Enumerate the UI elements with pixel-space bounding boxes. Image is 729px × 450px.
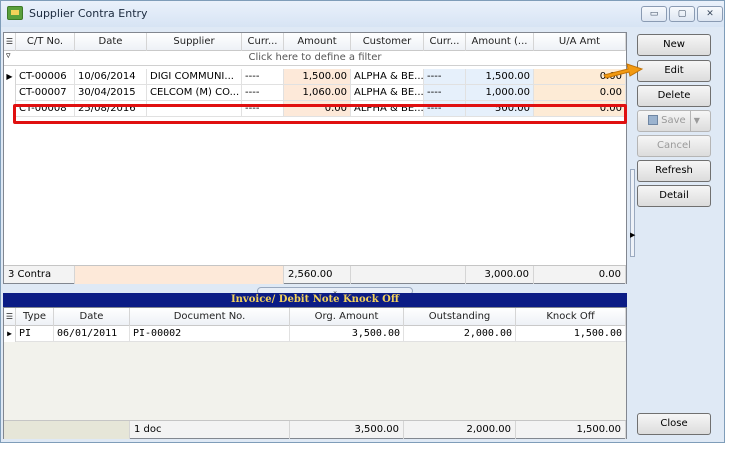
col-date[interactable]: Date — [54, 308, 130, 326]
row-indicator-icon: ▶ — [4, 69, 16, 85]
cell-knock-off[interactable]: 1,500.00 — [516, 326, 626, 342]
cell-amount[interactable]: 1,500.00 — [284, 69, 351, 85]
cell-currency-2[interactable]: ---- — [424, 85, 466, 101]
minimize-button[interactable]: ▭ — [641, 6, 667, 22]
knock-off-grid-footer: 1 doc 3,500.00 2,000.00 1,500.00 — [4, 420, 626, 439]
table-row[interactable]: CT-00008 25/08/2016 ---- 0.00 ALPHA & BE… — [4, 101, 626, 117]
cell-outstanding[interactable]: 2,000.00 — [404, 326, 516, 342]
title-bar: Supplier Contra Entry ▭ ▢ ✕ — [1, 1, 724, 27]
cell-customer[interactable]: ALPHA & BE... — [351, 69, 424, 85]
cell-customer[interactable]: ALPHA & BE... — [351, 101, 424, 117]
knock-off-grid: ☰ Type Date Document No. Org. Amount Out… — [3, 307, 627, 439]
contra-grid-header: ☰ C/T No. Date Supplier Curr... Amount C… — [4, 33, 626, 51]
table-row[interactable]: ▶ CT-00006 10/06/2014 DIGI COMMUNI... --… — [4, 69, 626, 85]
cell-amount-2[interactable]: 1,500.00 — [466, 69, 534, 85]
app-icon — [7, 6, 23, 20]
col-customer[interactable]: Customer — [351, 33, 424, 51]
col-outstanding[interactable]: Outstanding — [404, 308, 516, 326]
cell-amount[interactable]: 1,060.00 — [284, 85, 351, 101]
contra-grid: ☰ C/T No. Date Supplier Curr... Amount C… — [3, 32, 627, 284]
col-document-no[interactable]: Document No. — [130, 308, 290, 326]
chevron-down-icon[interactable]: ▼ — [689, 111, 700, 131]
cell-document-no[interactable]: PI-00002 — [130, 326, 290, 342]
save-icon — [648, 115, 659, 125]
footer-spacer — [75, 266, 284, 284]
cell-org-amount[interactable]: 3,500.00 — [290, 326, 404, 342]
knock-off-empty-area — [4, 342, 626, 420]
cell-supplier[interactable]: CELCOM (M) CO... — [147, 85, 242, 101]
column-chooser-icon[interactable]: ☰ — [4, 308, 16, 326]
cell-currency-2[interactable]: ---- — [424, 69, 466, 85]
cell-ct-no[interactable]: CT-00007 — [16, 85, 75, 101]
col-ct-no[interactable]: C/T No. — [16, 33, 75, 51]
footer-ua-total: 0.00 — [534, 266, 626, 284]
cell-supplier[interactable] — [147, 101, 242, 117]
col-type[interactable]: Type — [16, 308, 54, 326]
cell-currency[interactable]: ---- — [242, 85, 284, 101]
knock-off-grid-header: ☰ Type Date Document No. Org. Amount Out… — [4, 308, 626, 326]
cell-ua-amt[interactable]: 0.00 — [534, 85, 626, 101]
col-date[interactable]: Date — [75, 33, 147, 51]
table-row[interactable]: ▶ PI 06/01/2011 PI-00002 3,500.00 2,000.… — [4, 326, 626, 342]
cell-currency-2[interactable]: ---- — [424, 101, 466, 117]
cell-date[interactable]: 30/04/2015 — [75, 85, 147, 101]
cell-amount-2[interactable]: 1,000.00 — [466, 85, 534, 101]
cell-currency[interactable]: ---- — [242, 101, 284, 117]
row-indicator-icon — [4, 101, 16, 117]
footer-amount-total: 2,560.00 — [284, 266, 351, 284]
supplier-contra-window: Supplier Contra Entry ▭ ▢ ✕ ☰ C/T No. Da… — [0, 0, 725, 443]
refresh-button[interactable]: Refresh — [637, 160, 711, 182]
knock-off-band: Invoice/ Debit Note Knock Off — [3, 293, 627, 307]
col-supplier[interactable]: Supplier — [147, 33, 242, 51]
cell-currency[interactable]: ---- — [242, 69, 284, 85]
filter-prompt[interactable]: Click here to define a filter — [4, 52, 626, 63]
cell-ct-no[interactable]: CT-00008 — [16, 101, 75, 117]
footer-spacer-2 — [351, 266, 466, 284]
cell-ua-amt[interactable]: 0.00 — [534, 101, 626, 117]
close-window-button[interactable]: ✕ — [697, 6, 723, 22]
col-currency[interactable]: Curr... — [242, 33, 284, 51]
new-button[interactable]: New — [637, 34, 711, 56]
delete-button[interactable]: Delete — [637, 85, 711, 107]
cell-date[interactable]: 25/08/2016 — [75, 101, 147, 117]
col-knock-off[interactable]: Knock Off — [516, 308, 626, 326]
detail-button[interactable]: Detail — [637, 185, 711, 207]
save-button-label: Save — [661, 115, 686, 126]
cell-date[interactable]: 06/01/2011 — [54, 326, 130, 342]
cell-type[interactable]: PI — [16, 326, 54, 342]
footer-amount2-total: 3,000.00 — [466, 266, 534, 284]
filter-row[interactable]: ▿ Click here to define a filter — [4, 51, 626, 66]
col-currency-2[interactable]: Curr... — [424, 33, 466, 51]
cell-ct-no[interactable]: CT-00006 — [16, 69, 75, 85]
cancel-button[interactable]: Cancel — [637, 135, 711, 157]
cell-date[interactable]: 10/06/2014 — [75, 69, 147, 85]
window-title: Supplier Contra Entry — [29, 7, 148, 20]
col-org-amount[interactable]: Org. Amount — [290, 308, 404, 326]
edit-button[interactable]: Edit — [637, 60, 711, 82]
close-button[interactable]: Close — [637, 413, 711, 435]
col-amount[interactable]: Amount — [284, 33, 351, 51]
contra-grid-footer: 3 Contra 2,560.00 3,000.00 0.00 — [4, 265, 626, 284]
col-amount-2[interactable]: Amount (... — [466, 33, 534, 51]
maximize-button[interactable]: ▢ — [669, 6, 695, 22]
splitter-arrow-icon: ▶ — [630, 231, 636, 239]
column-chooser-icon[interactable]: ☰ — [4, 33, 16, 51]
footer-outstanding-total: 2,000.00 — [404, 421, 516, 439]
footer-knock-total: 1,500.00 — [516, 421, 626, 439]
cell-amount-2[interactable]: 500.00 — [466, 101, 534, 117]
cell-amount[interactable]: 0.00 — [284, 101, 351, 117]
cell-supplier[interactable]: DIGI COMMUNI... — [147, 69, 242, 85]
pointer-arrow-icon — [603, 63, 644, 79]
footer-spacer — [4, 421, 130, 439]
col-ua-amt[interactable]: U/A Amt — [534, 33, 626, 51]
table-row[interactable]: CT-00007 30/04/2015 CELCOM (M) CO... ---… — [4, 85, 626, 101]
row-indicator-icon: ▶ — [4, 326, 16, 342]
row-indicator-icon — [4, 85, 16, 101]
vertical-splitter[interactable] — [630, 169, 635, 257]
footer-doc-count: 1 doc — [130, 421, 290, 439]
save-button[interactable]: Save ▼ — [637, 110, 711, 132]
footer-count: 3 Contra — [4, 266, 75, 284]
cell-customer[interactable]: ALPHA & BE... — [351, 85, 424, 101]
footer-org-total: 3,500.00 — [290, 421, 404, 439]
